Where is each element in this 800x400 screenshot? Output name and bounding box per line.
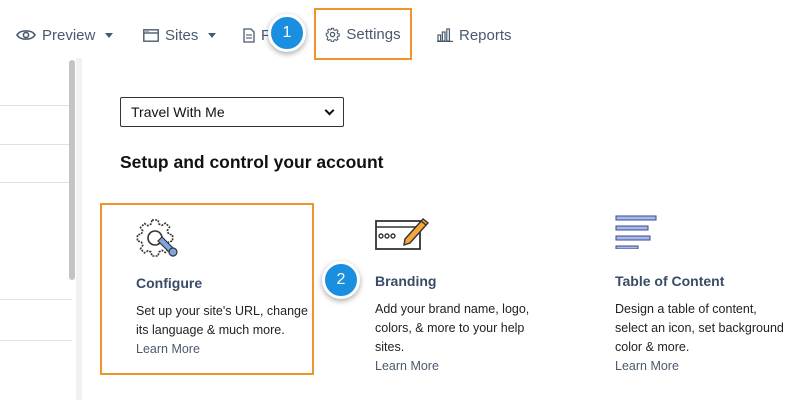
sidebar-row[interactable] [0, 340, 72, 341]
sidebar [0, 58, 82, 400]
card-title: Branding [375, 273, 437, 289]
card-title: Configure [136, 275, 203, 291]
browser-window-icon [143, 28, 159, 42]
nav-settings-label: Settings [346, 25, 401, 43]
learn-more-link[interactable]: Learn More [615, 357, 791, 376]
chevron-down-icon [324, 105, 335, 115]
card-configure[interactable]: Configure Set up your site's URL, change… [100, 203, 314, 375]
browser-pencil-icon [375, 213, 431, 258]
sidebar-divider [76, 58, 82, 400]
card-description: Set up your site's URL, change its langu… [136, 302, 312, 359]
sidebar-row[interactable] [0, 144, 72, 145]
sidebar-scrollbar[interactable] [69, 60, 75, 280]
step-badge-2: 2 [322, 261, 360, 299]
site-select-value: Travel With Me [131, 104, 225, 120]
caret-down-icon [208, 32, 217, 38]
eye-icon [16, 30, 36, 40]
bar-chart-icon [437, 28, 453, 42]
sidebar-row[interactable] [0, 182, 72, 183]
learn-more-link[interactable]: Learn More [136, 340, 312, 359]
card-description: Add your brand name, logo, colors, & mor… [375, 300, 551, 376]
page-heading: Setup and control your account [120, 152, 384, 172]
card-description-text: Set up your site's URL, change its langu… [136, 304, 308, 337]
caret-down-icon [105, 32, 114, 38]
site-select[interactable]: Travel With Me [120, 97, 344, 127]
gear-icon [326, 27, 341, 42]
nav-partial-item[interactable]: F [243, 20, 270, 50]
learn-more-link[interactable]: Learn More [375, 357, 551, 376]
card-table-of-content[interactable]: Table of Content Design a table of conte… [581, 203, 795, 375]
card-description-text: Add your brand name, logo, colors, & mor… [375, 302, 530, 354]
nav-reports[interactable]: Reports [437, 20, 512, 50]
card-title: Table of Content [615, 273, 725, 289]
card-description-text: Design a table of content, select an ico… [615, 302, 784, 354]
nav-reports-label: Reports [459, 26, 512, 44]
nav-sites-label: Sites [165, 26, 199, 44]
nav-preview[interactable]: Preview [16, 20, 114, 50]
list-lines-icon [615, 213, 659, 254]
card-branding[interactable]: Branding Add your brand name, logo, colo… [341, 203, 555, 375]
nav-preview-label: Preview [42, 26, 96, 44]
document-icon [243, 27, 255, 43]
nav-sites[interactable]: Sites [143, 20, 217, 50]
top-nav: Preview Sites F Settings Reports [0, 0, 800, 70]
sidebar-row[interactable] [0, 299, 72, 300]
gear-wrench-icon [136, 215, 180, 264]
nav-settings[interactable]: Settings [314, 8, 412, 60]
sidebar-row[interactable] [0, 105, 72, 106]
card-description: Design a table of content, select an ico… [615, 300, 791, 376]
step-badge-1: 1 [268, 14, 306, 52]
